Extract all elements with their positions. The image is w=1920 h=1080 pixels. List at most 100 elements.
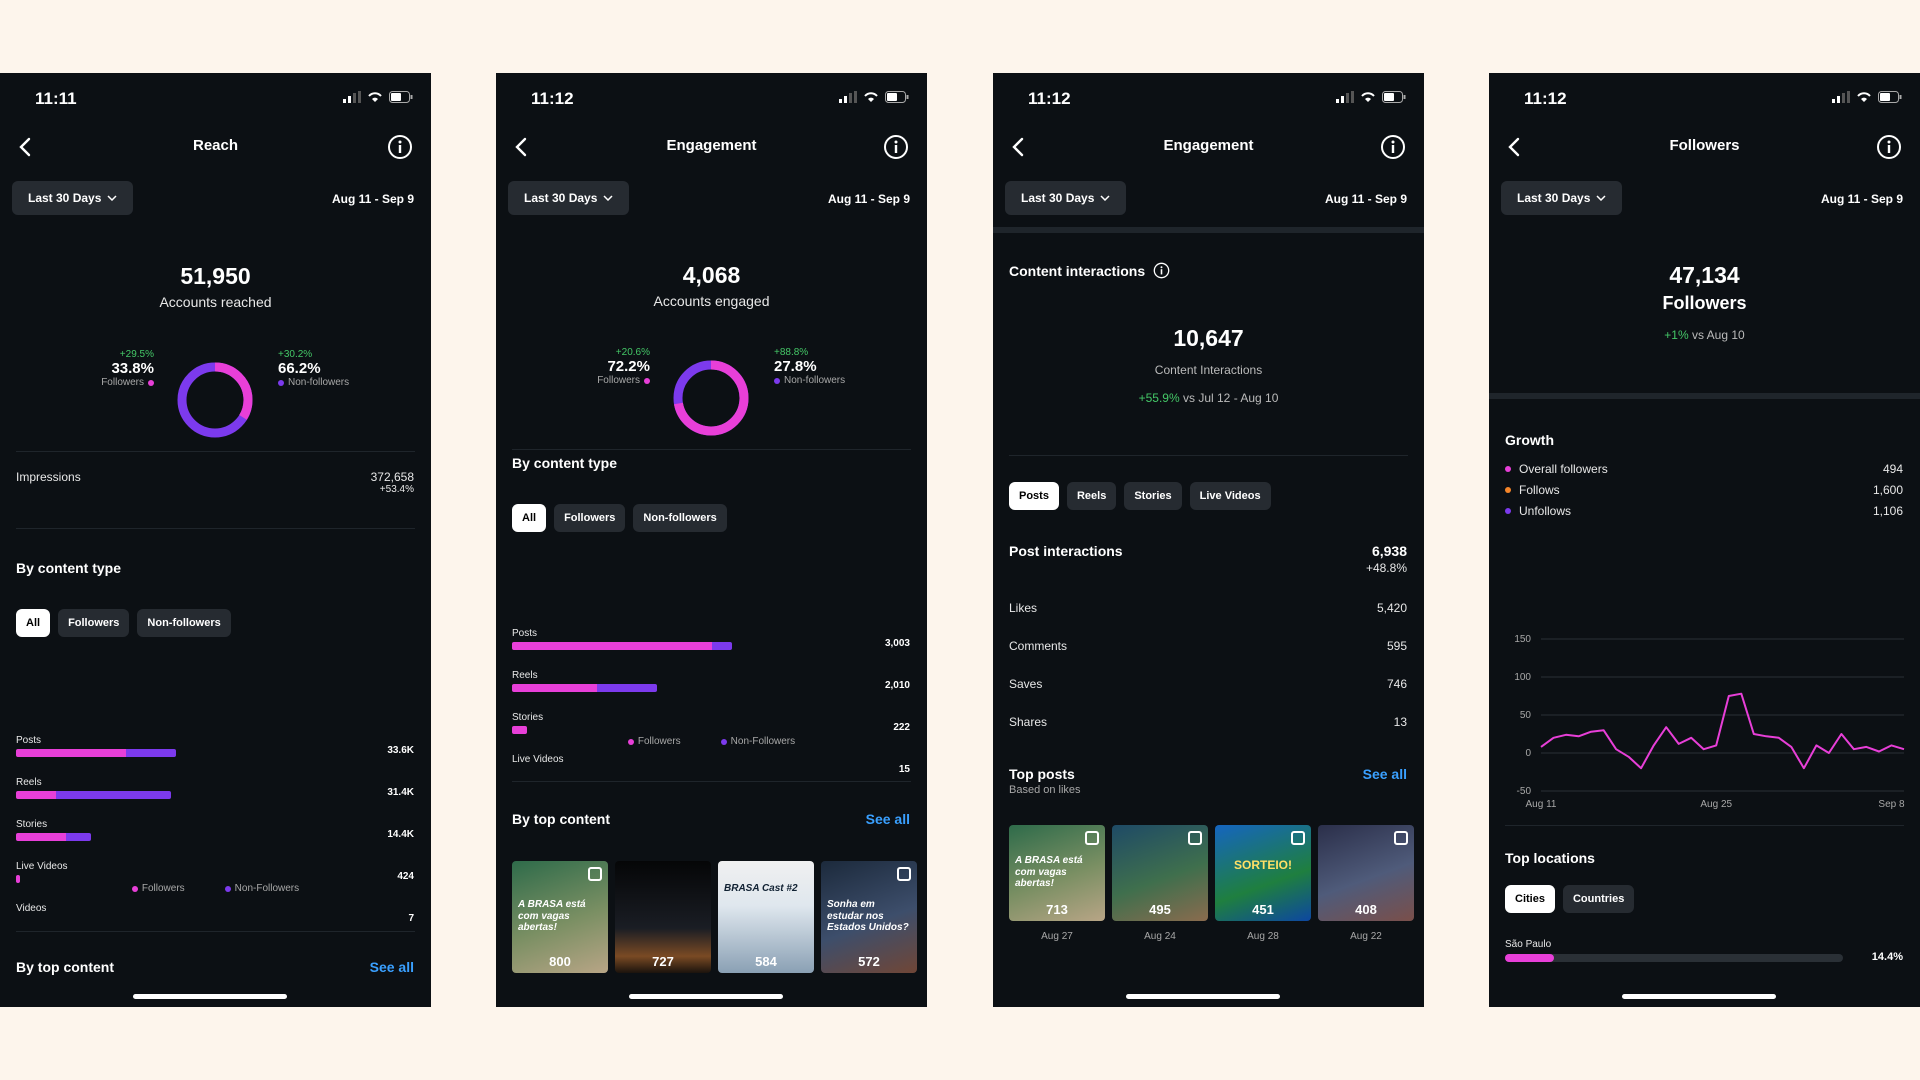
filter-followers[interactable]: Followers — [554, 504, 626, 532]
bar-label: Posts — [512, 628, 538, 639]
content-type-title: By content type — [512, 455, 618, 471]
followers-label: Followers — [101, 377, 144, 388]
thumbnail-count: 572 — [858, 954, 880, 969]
followers-change: +29.5% — [119, 349, 154, 360]
likes-value: 5,420 — [1376, 601, 1407, 615]
thumbnail-count: 800 — [549, 954, 571, 969]
filter-all[interactable]: All — [512, 504, 547, 532]
date-bar: Last 30 Days Aug 11 - Sep 9 — [1489, 181, 1920, 217]
wifi-icon — [1361, 92, 1375, 102]
nav-bar: Followers — [1489, 125, 1920, 169]
unfollows-value: 1,106 — [1872, 504, 1903, 518]
divider — [512, 781, 911, 782]
non-followers-dot — [278, 379, 284, 386]
section-divider — [1489, 393, 1920, 399]
top-content-title: By top content — [512, 811, 610, 827]
filter-live-videos[interactable]: Live Videos — [1189, 482, 1271, 510]
divider — [16, 451, 415, 452]
thumbnail-count: 495 — [1149, 902, 1171, 917]
phone-followers: 11:12 Followers Last 30 Days Aug 11 - Se… — [1489, 73, 1920, 1007]
growth-follows-row: Follows 1,600 — [1505, 483, 1903, 497]
filter-reels[interactable]: Reels — [1066, 482, 1117, 510]
content-thumbnail[interactable]: A BRASA está com vagas abertas! 800 — [512, 861, 608, 973]
content-thumbnail[interactable]: BRASA Cast #2 584 — [718, 861, 814, 973]
info-icon[interactable] — [1153, 262, 1170, 279]
post-interactions-value: 6,938 — [1371, 543, 1407, 559]
top-posts-thumbnails: A BRASA está com vagas abertas! 713 495 … — [1009, 825, 1414, 921]
followers-change: +20.6% — [615, 347, 650, 358]
info-icon[interactable] — [1380, 134, 1406, 160]
filter-non-followers[interactable]: Non-followers — [137, 609, 231, 637]
filter-posts[interactable]: Posts — [1009, 482, 1059, 510]
x-tick-label: Aug 25 — [1700, 799, 1732, 810]
legend-non-followers-dot — [720, 738, 727, 745]
follows-value: 1,600 — [1872, 483, 1903, 497]
carousel-icon — [1188, 831, 1202, 845]
see-all-link[interactable]: See all — [866, 811, 910, 827]
date-range-dropdown[interactable]: Last 30 Days — [508, 181, 630, 215]
bar-track — [16, 749, 176, 757]
location-percent: 14.4% — [1871, 951, 1903, 963]
see-all-link[interactable]: See all — [1363, 766, 1407, 782]
followers-change-value: +1% — [1664, 328, 1689, 342]
date-range-dropdown[interactable]: Last 30 Days — [1501, 181, 1623, 215]
non-followers-change: +88.8% — [774, 347, 809, 358]
info-icon[interactable] — [883, 134, 909, 160]
followers-total-label: Followers — [1662, 293, 1747, 313]
accounts-reached-label: Accounts reached — [159, 294, 272, 310]
followers-change-ref: vs Aug 10 — [1691, 328, 1745, 342]
date-bar: Last 30 Days Aug 11 - Sep 9 — [993, 181, 1424, 217]
post-date: Aug 22 — [1350, 931, 1382, 942]
post-thumbnail[interactable]: 408 — [1318, 825, 1414, 921]
bar-value: 31.4K — [387, 787, 414, 798]
top-content-thumbnails: A BRASA está com vagas abertas! 800 727 … — [512, 861, 917, 973]
content-thumbnail[interactable]: 727 — [615, 861, 711, 973]
impressions-change: +53.4% — [379, 484, 414, 495]
filter-followers[interactable]: Followers — [58, 609, 130, 637]
bar-non-followers-segment — [66, 833, 91, 841]
impressions-label: Impressions — [16, 470, 81, 484]
bar-non-followers-segment — [56, 791, 171, 799]
bar-value: 33.6K — [387, 745, 414, 756]
phone-reach: 11:11 Reach Last 30 Days Aug 11 - Sep 9 … — [0, 73, 431, 1007]
thumbnail-count: 408 — [1355, 902, 1377, 917]
filter-all[interactable]: All — [16, 609, 51, 637]
filter-countries[interactable]: Countries — [1562, 885, 1635, 913]
content-interactions-value: 10,647 — [1173, 325, 1244, 351]
unfollows-dot — [1505, 508, 1511, 514]
chevron-down-icon — [107, 195, 117, 201]
date-range-dropdown[interactable]: Last 30 Days — [1005, 181, 1127, 215]
chevron-down-icon — [603, 195, 613, 201]
filter-non-followers[interactable]: Non-followers — [633, 504, 727, 532]
bar-followers-segment — [512, 726, 527, 734]
info-icon[interactable] — [387, 134, 413, 160]
followers-dot — [148, 379, 154, 386]
overall-followers-value: 494 — [1882, 462, 1903, 476]
non-followers-label: Non-followers — [784, 375, 846, 386]
post-thumbnail[interactable]: 495 — [1112, 825, 1208, 921]
filter-stories[interactable]: Stories — [1124, 482, 1182, 510]
content-format-filter: Posts Reels Stories Live Videos — [1009, 482, 1271, 510]
thumbnail-caption: A BRASA está com vagas abertas! — [1015, 855, 1083, 889]
top-posts-title: Top posts — [1009, 766, 1075, 782]
y-tick-label: -50 — [1517, 786, 1532, 797]
info-icon[interactable] — [1876, 134, 1902, 160]
bar-label: Live Videos — [512, 754, 564, 765]
system-icons — [839, 91, 909, 103]
post-thumbnail[interactable]: SORTEIO! 451 — [1215, 825, 1311, 921]
wifi-icon — [368, 92, 382, 102]
date-range-dropdown[interactable]: Last 30 Days — [12, 181, 134, 215]
wifi-icon — [864, 92, 878, 102]
see-all-link[interactable]: See all — [370, 959, 414, 975]
bar-value: 14.4K — [387, 829, 414, 840]
signal-icon — [839, 91, 857, 103]
dropdown-label: Last 30 Days — [524, 191, 598, 205]
content-thumbnail[interactable]: Sonha em estudar nos Estados Unidos? 572 — [821, 861, 917, 973]
post-thumbnail[interactable]: A BRASA está com vagas abertas! 713 — [1009, 825, 1105, 921]
carousel-icon — [1394, 831, 1408, 845]
bar-label: Posts — [16, 735, 42, 746]
page-title: Reach — [192, 137, 239, 154]
growth-line-chart: 150 100 50 0 -50 Aug 11 Aug 25 Sep 8 — [1514, 634, 1905, 810]
x-tick-label: Aug 11 — [1526, 799, 1557, 810]
filter-cities[interactable]: Cities — [1505, 885, 1555, 913]
